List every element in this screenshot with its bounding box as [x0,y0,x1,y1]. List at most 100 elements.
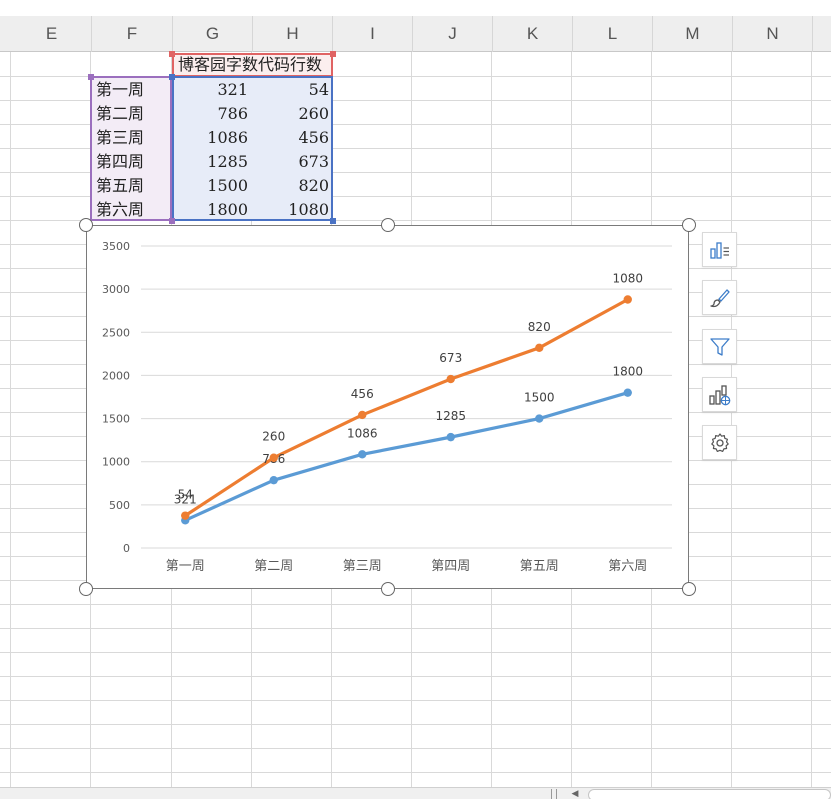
data-label: 1080 [612,271,643,285]
x-tick-label: 第六周 [608,559,647,574]
chart-settings-icon [710,432,729,452]
char-count-cell[interactable]: 1500 [172,174,252,198]
data-label: 1500 [524,391,555,405]
y-tick-label: 1500 [102,413,130,426]
data-point [358,450,367,459]
data-point [269,453,278,462]
line-count-cell[interactable]: 54 [252,78,333,102]
sheet-split-grip[interactable] [551,789,557,799]
y-tick-label: 500 [109,499,130,512]
char-count-cell[interactable]: 1285 [172,150,252,174]
grid-line [0,772,831,773]
week-cell[interactable]: 第四周 [92,150,172,174]
x-tick-label: 第五周 [520,559,559,574]
data-point [623,388,632,397]
line-count-cell[interactable]: 673 [252,150,333,174]
chart-filter-button[interactable] [702,329,737,364]
column-header-i[interactable]: I [333,16,413,52]
resize-handle-bottom-right[interactable] [682,582,696,596]
week-cell[interactable]: 第二周 [92,102,172,126]
data-label: 54 [178,488,193,502]
week-cell[interactable]: 第三周 [92,126,172,150]
column-header-g[interactable]: G [173,16,253,52]
chart-elements-icon [709,241,729,259]
chart-type-button[interactable] [702,377,737,412]
resize-handle-bottom-left[interactable] [79,582,93,596]
range-corner-handle[interactable] [88,74,94,80]
data-point [446,432,455,442]
grid-line [0,748,831,749]
grid-line [0,604,831,605]
resize-handle-top[interactable] [381,218,395,232]
x-tick-label: 第一周 [166,559,205,574]
chart-filter-icon [709,337,730,356]
chart-style-button[interactable] [702,280,737,315]
chart-style-icon [709,288,730,307]
scroll-left-icon[interactable]: ◀ [566,789,584,799]
y-tick-label: 1000 [102,456,130,469]
grid-line [0,652,831,653]
resize-handle-top-right[interactable] [682,218,696,232]
data-label: 820 [528,320,551,334]
chart-container[interactable]: 0 500 1000 1500 2000 2500 3000 3500 第一周 第二周 第三周 第四周… [86,225,689,589]
range-corner-handle[interactable] [169,51,175,57]
column-header-m[interactable]: M [653,16,733,52]
table-header-cell[interactable]: 博客园字数代码行数 [174,53,336,77]
x-tick-label: 第二周 [254,559,293,574]
scrollbar-thumb[interactable] [588,789,831,799]
line-count-cell[interactable]: 260 [252,102,333,126]
week-cell[interactable]: 第一周 [92,78,172,102]
line-count-cell[interactable]: 820 [252,174,333,198]
week-cell[interactable]: 第六周 [92,198,172,222]
range-corner-handle[interactable] [330,51,336,57]
week-cell[interactable]: 第五周 [92,174,172,198]
data-label: 673 [439,351,462,365]
char-count-cell[interactable]: 1086 [172,126,252,150]
column-header-j[interactable]: J [413,16,493,52]
grid-line [0,724,831,725]
chart-type-icon [708,384,730,405]
char-count-cell[interactable]: 1800 [172,198,252,222]
char-count-cell[interactable]: 321 [172,78,252,102]
chart-elements-button[interactable] [702,232,737,267]
y-tick-label: 3500 [102,240,130,253]
data-label: 1800 [612,365,643,379]
char-count-cell[interactable]: 786 [172,102,252,126]
line-chart: 0 500 1000 1500 2000 2500 3000 3500 第一周 第二周 第三周 第四周… [102,240,672,574]
grid-line [0,700,831,701]
column-header-e[interactable]: E [12,16,92,52]
range-corner-handle[interactable] [169,74,175,80]
data-label: 456 [351,387,374,401]
range-corner-handle[interactable] [330,218,336,224]
data-label: 1086 [347,426,378,440]
x-tick-label: 第三周 [343,559,382,574]
data-point [623,295,632,304]
y-tick-label: 0 [123,542,130,555]
x-tick-label: 第四周 [431,559,470,574]
resize-handle-bottom[interactable] [381,582,395,596]
toolbar-strip [0,0,831,16]
grid-line [0,676,831,677]
column-header-h[interactable]: H [253,16,333,52]
series-line [183,391,630,522]
resize-handle-top-left[interactable] [79,218,93,232]
data-label: 260 [262,430,285,444]
line-count-cell[interactable]: 1080 [252,198,333,222]
chart-settings-button[interactable] [702,425,737,460]
data-point [535,414,544,423]
data-point [446,374,455,384]
data-label: 1285 [435,409,466,423]
y-tick-label: 2000 [102,369,130,382]
column-header-k[interactable]: K [493,16,573,52]
y-tick-label: 3000 [102,283,130,296]
data-point [269,475,278,485]
column-header-n[interactable]: N [733,16,813,52]
grid-line [0,628,831,629]
data-point [535,343,544,353]
line-count-cell[interactable]: 456 [252,126,333,150]
range-corner-handle[interactable] [169,218,175,224]
data-point [358,410,367,420]
column-header-f[interactable]: F [92,16,173,52]
data-point [181,511,190,520]
column-header-l[interactable]: L [573,16,653,52]
